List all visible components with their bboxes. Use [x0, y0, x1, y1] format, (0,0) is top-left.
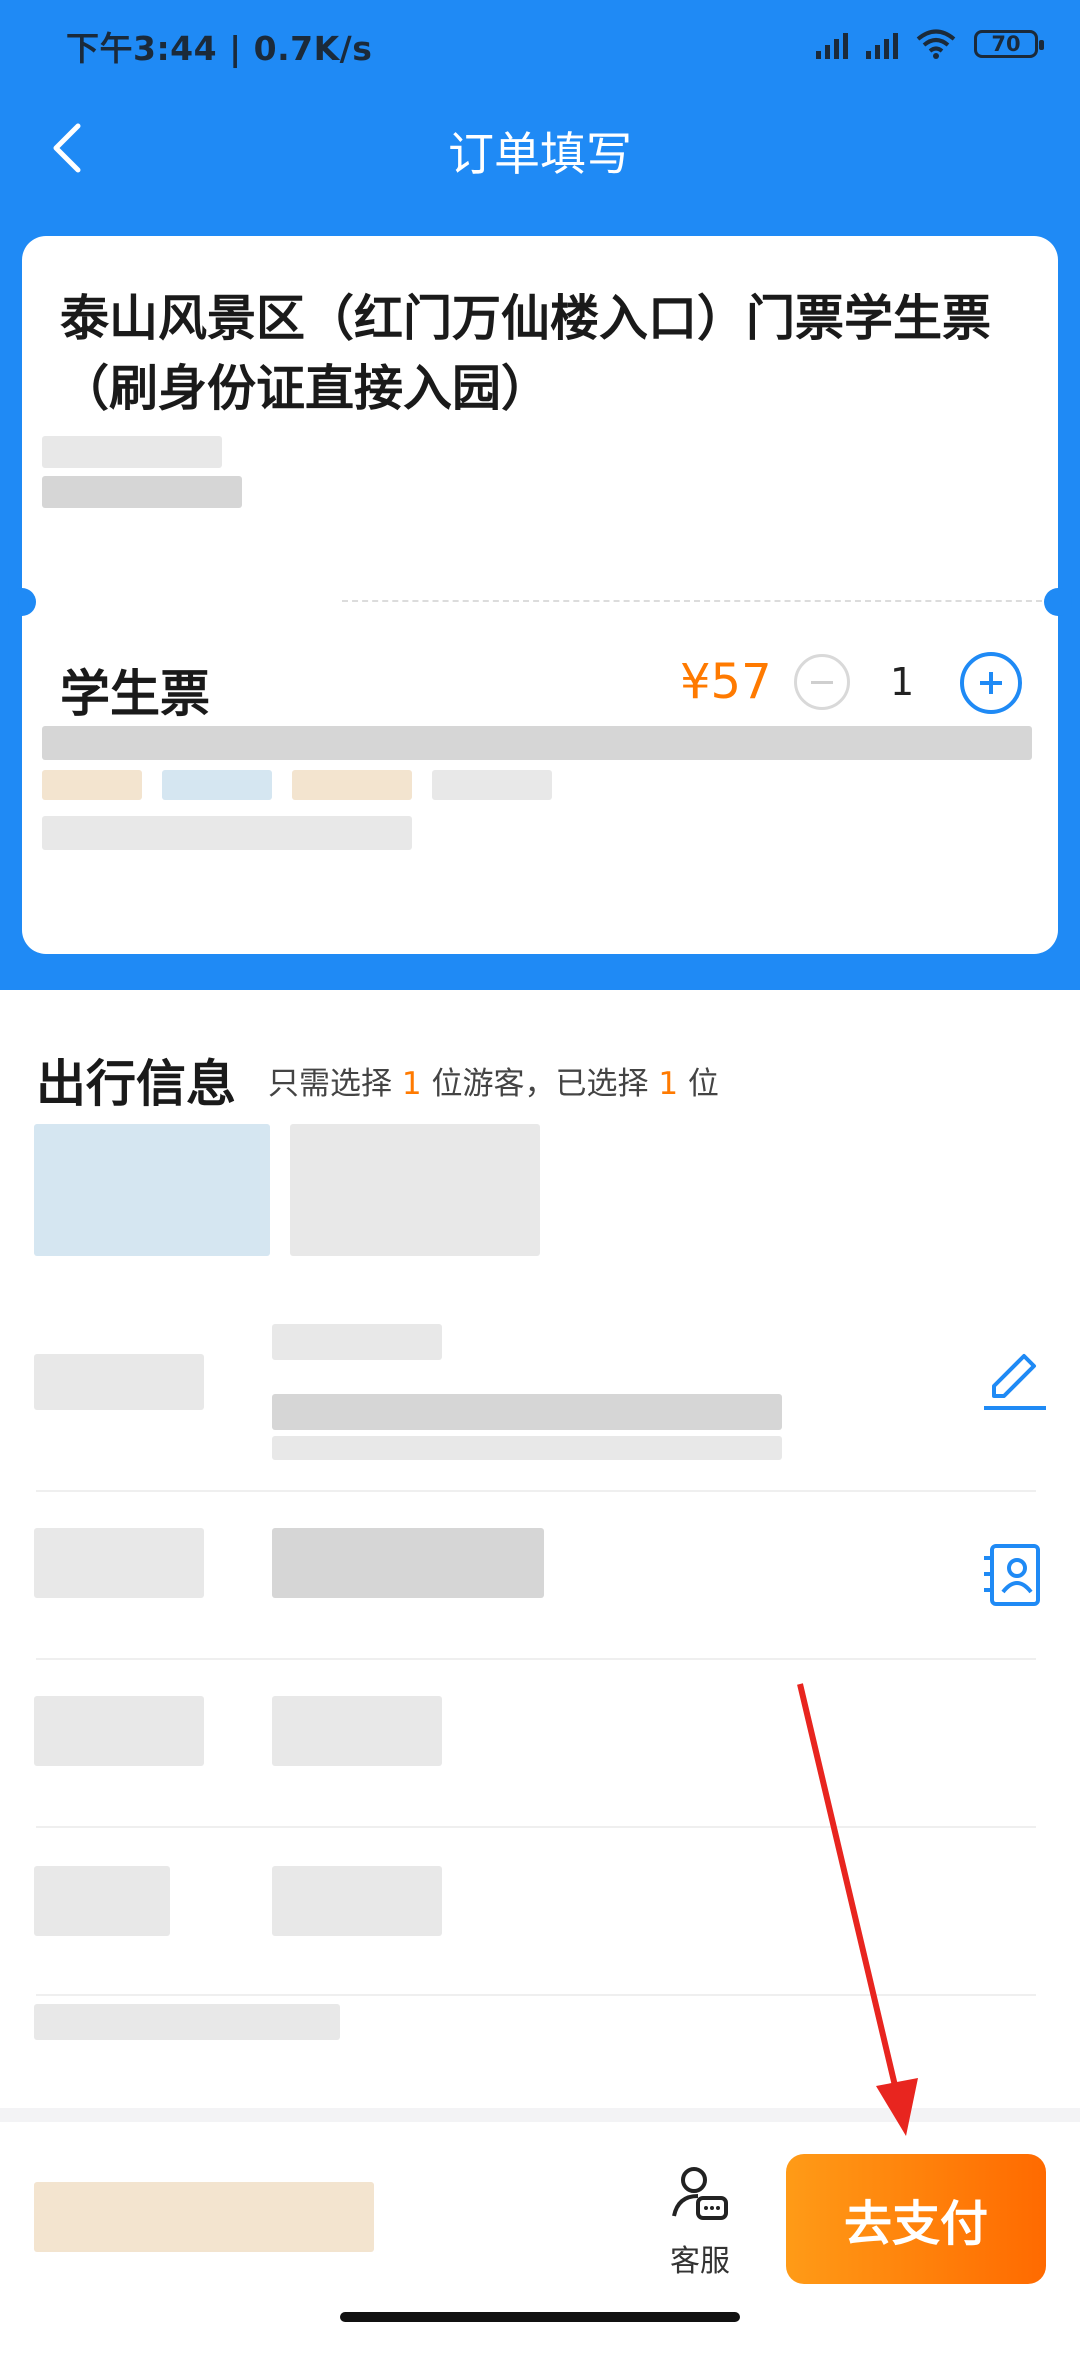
status-bar: 下午3:44 | 0.7K/s 70 [0, 0, 1080, 90]
ticket-type-label: 学生票 [60, 654, 210, 732]
quantity-value: 1 [890, 660, 915, 704]
blurred-ticket-note [432, 770, 552, 800]
row-divider [36, 1826, 1036, 1828]
traveler-chip[interactable] [290, 1124, 540, 1256]
edit-icon[interactable] [980, 1346, 1050, 1416]
card-notch-right [1044, 588, 1072, 616]
battery-icon: 70 [974, 30, 1044, 58]
ticket-divider [342, 600, 1042, 602]
blurred-field-note [34, 2004, 340, 2040]
blurred-field-value [272, 1528, 544, 1598]
traveler-selection-hint: 只需选择 1 位游客，已选择 1 位 [268, 1058, 719, 1103]
blurred-ticket-note [42, 770, 142, 800]
battery-level: 70 [991, 32, 1021, 56]
blurred-field-label [34, 1354, 204, 1410]
customer-service-button[interactable]: 客服 [660, 2162, 740, 2302]
ticket-title: 泰山风景区（红门万仙楼入口）门票学生票（刷身份证直接入园） [60, 290, 992, 417]
customer-service-label: 客服 [670, 2244, 730, 2279]
quantity-decrease-button[interactable] [794, 654, 850, 710]
blurred-field-value [272, 1394, 782, 1430]
hint-required-count: 1 [401, 1066, 422, 1102]
blurred-ticket-note [42, 816, 412, 850]
blurred-ticket-detail [42, 476, 242, 508]
row-divider [36, 1658, 1036, 1660]
quantity-increase-button[interactable] [960, 652, 1022, 714]
hint-middle: 位游客，已选择 [421, 1066, 659, 1102]
ticket-price: ¥57 [680, 654, 772, 710]
blurred-ticket-note [42, 726, 1032, 760]
blurred-field-label [34, 1528, 204, 1598]
hint-selected-count: 1 [658, 1066, 679, 1102]
ticket-card: 泰山风景区（红门万仙楼入口）门票学生票（刷身份证直接入园） 学生票 ¥57 1 [22, 236, 1058, 954]
page-title: 订单填写 [448, 127, 632, 181]
card-notch-left [8, 588, 36, 616]
travel-info-title: 出行信息 [36, 1055, 236, 1113]
hd-signal-icon [866, 29, 898, 59]
hint-prefix: 只需选择 [268, 1066, 402, 1102]
home-indicator [340, 2312, 740, 2322]
signal-icon [816, 29, 848, 59]
contacts-book-icon[interactable] [980, 1540, 1050, 1610]
blurred-ticket-detail [42, 436, 222, 468]
blurred-ticket-note [292, 770, 412, 800]
wifi-icon [916, 29, 956, 59]
hint-suffix: 位 [678, 1066, 719, 1102]
blurred-field-value [272, 1696, 442, 1766]
status-time: 下午3:44 | 0.7K/s [66, 29, 373, 68]
selected-traveler-chip[interactable] [34, 1124, 270, 1256]
blurred-field-value [272, 1436, 782, 1460]
row-divider [36, 1994, 1036, 1996]
nav-bar: 订单填写 [0, 90, 1080, 210]
blurred-field-value [272, 1866, 442, 1936]
blurred-ticket-note [162, 770, 272, 800]
blurred-total-price [34, 2182, 374, 2252]
blurred-field-value [272, 1324, 442, 1360]
row-divider [36, 1490, 1036, 1492]
status-icons: 70 [816, 24, 1044, 64]
customer-service-icon [672, 2167, 728, 2220]
blurred-field-label [34, 1696, 204, 1766]
pay-button[interactable]: 去支付 [786, 2154, 1046, 2284]
blurred-field-label [34, 1866, 170, 1936]
